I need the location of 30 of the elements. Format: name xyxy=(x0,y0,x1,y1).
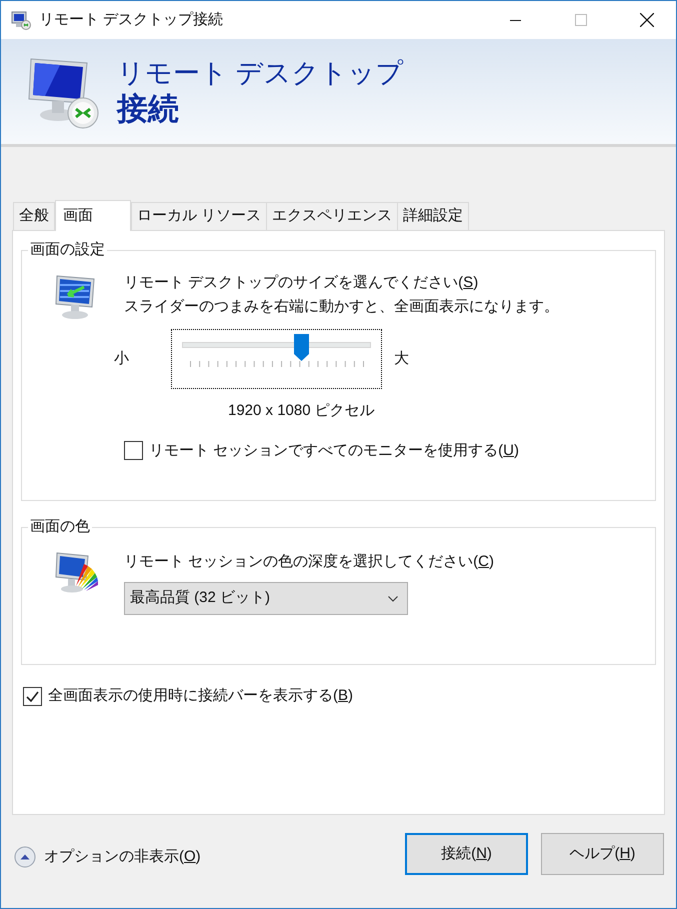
header-title: リモート デスクトップ xyxy=(117,56,404,90)
window-title: リモート デスクトップ接続 xyxy=(39,10,224,30)
checkbox[interactable] xyxy=(23,686,42,706)
size-prompt: リモート デスクトップのサイズを選んでください(S) xyxy=(124,273,480,293)
checkbox-label: リモート セッションですべてのモニターを使用する(U) xyxy=(149,440,520,460)
color-depth-dropdown[interactable]: 最高品質 (32 ビット) xyxy=(124,582,408,615)
connection-bar-checkbox[interactable]: 全画面表示の使用時に接続バーを表示する(B) xyxy=(23,685,354,708)
maximize-icon xyxy=(575,14,587,26)
header-subtitle: 接続 xyxy=(117,90,180,128)
size-hint: スライダーのつまみを右端に動かすと、全画面表示になります。 xyxy=(124,297,559,317)
tab[interactable]: 詳細設定 xyxy=(397,202,470,230)
tab[interactable]: 画面 xyxy=(55,200,131,231)
checkbox[interactable] xyxy=(124,441,143,460)
checkbox-label: 全画面表示の使用時に接続バーを表示する(B) xyxy=(48,686,354,706)
all-monitors-checkbox[interactable]: リモート セッションですべてのモニターを使用する(U) xyxy=(124,440,520,462)
app-icon xyxy=(11,10,31,30)
close-icon xyxy=(640,13,654,27)
resolution-text: 1920 x 1080 ピクセル xyxy=(228,402,375,419)
small-label: 小 xyxy=(114,348,130,369)
large-label: 大 xyxy=(394,348,409,369)
size-slider[interactable] xyxy=(171,329,382,389)
color-prompt: リモート セッションの色の深度を選択してください(C) xyxy=(124,552,494,572)
slider-thumb[interactable] xyxy=(294,334,309,361)
chevron-down-icon xyxy=(388,596,398,602)
hide-options-button[interactable]: オプションの非表示(O) xyxy=(14,846,201,868)
dialog-button[interactable]: 接続(N) xyxy=(405,833,528,875)
dropdown-value: 最高品質 (32 ビット) xyxy=(130,588,270,608)
dialog-button[interactable]: ヘルプ(H) xyxy=(541,833,664,875)
tab[interactable]: 全般 xyxy=(13,202,55,230)
tab[interactable]: ローカル リソース xyxy=(131,202,268,230)
